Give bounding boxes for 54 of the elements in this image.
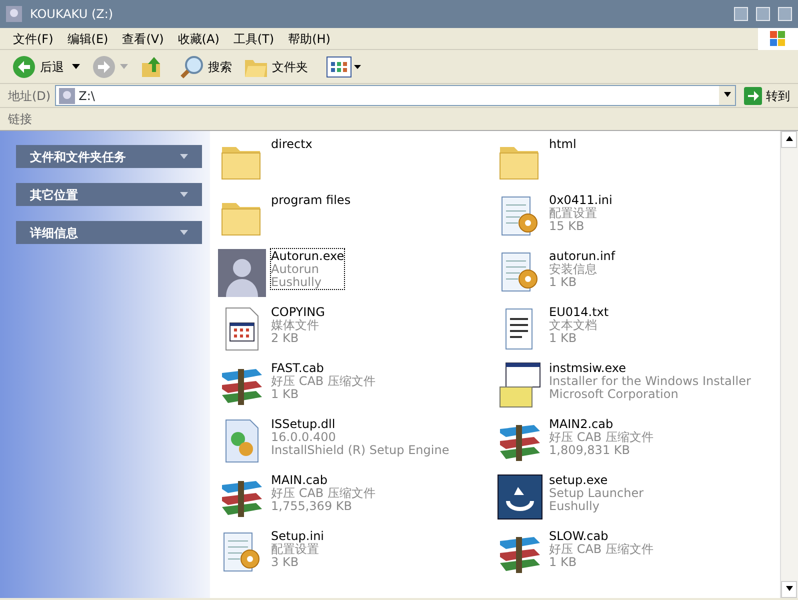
file-label: setup.exe Setup Launcher Eushully (549, 473, 644, 513)
task-panel-header[interactable]: 详细信息 (16, 221, 202, 244)
up-caret-icon (786, 136, 792, 141)
address-value: Z:\ (78, 88, 96, 104)
caret-icon (724, 92, 730, 97)
caret-icon[interactable] (72, 64, 80, 70)
file-label: directx (271, 137, 312, 151)
menu-item[interactable]: 工具(T) (226, 28, 282, 50)
window-icon (6, 6, 22, 22)
file-label: ISSetup.dll 16.0.0.400 InstallShield (R) Setup Engine (271, 417, 450, 457)
search-button[interactable]: 搜索 (176, 52, 236, 80)
menu-item[interactable]: 文件(F) (6, 28, 60, 50)
address-label: 地址(D) (8, 88, 51, 104)
task-panel-header[interactable]: 文件和文件夹任务 (16, 145, 202, 168)
file-label: Autorun.exe Autorun Eushully (271, 249, 344, 289)
task-panel-header[interactable]: 其它位置 (16, 183, 202, 206)
file-label: EU014.txt 文本文档 1 KB (549, 305, 609, 345)
file-label: FAST.cab 好压 CAB 压缩文件 1 KB (271, 361, 376, 401)
expand-caret-icon (180, 230, 188, 235)
search-icon (180, 54, 204, 78)
view-grid-icon[interactable] (326, 56, 362, 78)
down-caret-icon (786, 586, 792, 591)
folders-button[interactable]: 文件夹 (240, 54, 312, 80)
file-label: SLOW.cab 好压 CAB 压缩文件 1 KB (549, 529, 654, 569)
drive-icon (58, 88, 75, 104)
file-label: COPYING 媒体文件 2 KB (271, 305, 325, 345)
menu-item[interactable]: 编辑(E) (60, 28, 116, 50)
file-label: program files (271, 193, 351, 207)
window-title: KOUKAKU (Z:) (30, 6, 114, 23)
file-label: autorun.inf 安装信息 1 KB (549, 249, 616, 289)
scroll-up-button[interactable] (781, 131, 797, 148)
file-label: Setup.ini 配置设置 3 KB (271, 529, 324, 569)
avatar-icon (218, 249, 266, 297)
file-label: MAIN.cab 好压 CAB 压缩文件 1,755,369 KB (271, 473, 376, 513)
expand-caret-icon (180, 154, 188, 159)
dropdown-button[interactable] (719, 86, 735, 105)
minimize-button[interactable] (734, 7, 748, 21)
maximize-button[interactable] (756, 7, 770, 21)
address-field[interactable]: Z:\ (54, 85, 736, 106)
file-label: MAIN2.cab 好压 CAB 压缩文件 1,809,831 KB (549, 417, 654, 457)
launcher-icon (496, 473, 544, 521)
expand-caret-icon (180, 192, 188, 197)
back-button[interactable]: 后退 (8, 52, 68, 80)
close-button[interactable] (778, 7, 792, 21)
menu-item[interactable]: 收藏(A) (170, 28, 226, 50)
file-label: html (549, 137, 576, 151)
windows-logo-icon (758, 28, 798, 50)
menu-item[interactable]: 查看(V) (115, 28, 171, 50)
scroll-down-button[interactable] (781, 581, 797, 598)
file-label: instmsiw.exe Installer for the Windows Installer Microsoft Corporation (549, 361, 751, 401)
file-label: 0x0411.ini 配置设置 15 KB (549, 193, 612, 233)
go-button[interactable]: 转到 (740, 84, 794, 106)
menu-item[interactable]: 帮助(H) (281, 28, 338, 50)
links-label: 链接 (8, 111, 32, 128)
